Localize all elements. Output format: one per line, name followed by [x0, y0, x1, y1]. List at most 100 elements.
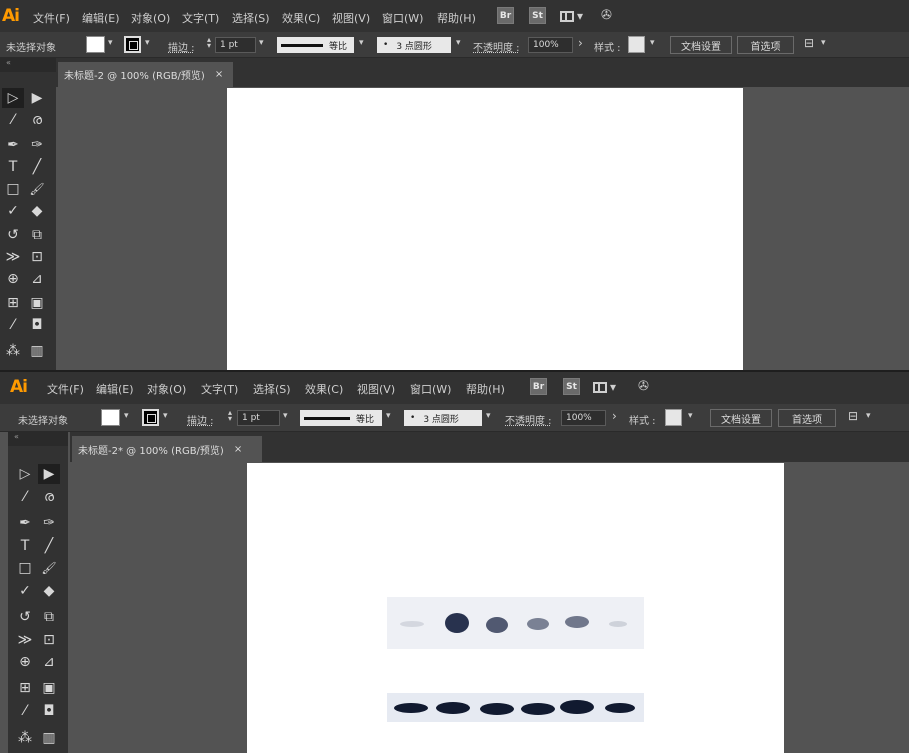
document-setup-button[interactable]: 文档设置: [710, 409, 772, 427]
document-tab[interactable]: 未标题-2 @ 100% (RGB/预览) ×: [58, 62, 233, 87]
rectangle-tool-icon[interactable]: □: [14, 558, 36, 578]
perspective-grid-tool-icon[interactable]: ⊿: [26, 269, 48, 289]
magic-wand-tool-icon[interactable]: ⁄: [2, 110, 24, 130]
pen-tool-icon[interactable]: ✒: [2, 135, 24, 155]
brush-dropdown-icon[interactable]: ▾: [456, 38, 461, 48]
opacity-label[interactable]: 不透明度 :: [505, 412, 552, 427]
shape-builder-tool-icon[interactable]: ⊕: [14, 652, 36, 672]
mesh-tool-icon[interactable]: ⊞: [2, 293, 24, 313]
menu-edit[interactable]: 编辑(E): [82, 10, 120, 26]
stroke-swatch[interactable]: [124, 36, 141, 53]
shape-builder-tool-icon[interactable]: ⊕: [2, 269, 24, 289]
menu-select[interactable]: 选择(S): [253, 381, 291, 397]
artboard[interactable]: [227, 88, 743, 370]
stock-button[interactable]: St: [563, 378, 580, 395]
opacity-input[interactable]: 100%: [528, 37, 573, 53]
curvature-tool-icon[interactable]: ✑: [26, 135, 48, 155]
selection-tool-icon[interactable]: ▷: [14, 464, 36, 484]
brush-definition[interactable]: • 3 点圆形: [377, 37, 451, 53]
rectangle-tool-icon[interactable]: □: [2, 179, 24, 199]
stroke-weight-dropdown-icon[interactable]: ▾: [283, 411, 288, 421]
fill-dropdown-icon[interactable]: ▾: [124, 411, 129, 421]
stroke-weight-input[interactable]: 1 pt: [215, 37, 256, 53]
gpu-performance-icon[interactable]: ✇: [638, 379, 649, 394]
style-dropdown-icon[interactable]: ▾: [688, 411, 693, 421]
selection-tool-icon[interactable]: ▷: [2, 88, 24, 108]
close-tab-icon[interactable]: ×: [234, 444, 242, 455]
free-transform-tool-icon[interactable]: ⊡: [26, 247, 48, 267]
paintbrush-tool-icon[interactable]: 🖌: [38, 558, 60, 578]
bridge-button[interactable]: Br: [497, 7, 514, 24]
bridge-button[interactable]: Br: [530, 378, 547, 395]
document-setup-button[interactable]: 文档设置: [670, 36, 732, 54]
eraser-tool-icon[interactable]: ◆: [38, 581, 60, 601]
line-tool-icon[interactable]: ╱: [38, 536, 60, 556]
artboard[interactable]: [247, 463, 784, 753]
variable-width-profile[interactable]: 等比: [277, 37, 354, 53]
lasso-tool-icon[interactable]: ര: [38, 487, 60, 507]
gpu-performance-icon[interactable]: ✇: [601, 8, 612, 23]
rotate-tool-icon[interactable]: ↺: [14, 607, 36, 627]
column-graph-tool-icon[interactable]: ▥: [26, 341, 48, 361]
menu-edit[interactable]: 编辑(E): [96, 381, 134, 397]
line-tool-icon[interactable]: ╱: [26, 157, 48, 177]
menu-window[interactable]: 窗口(W): [410, 381, 451, 397]
stroke-dropdown-icon[interactable]: ▾: [163, 411, 168, 421]
menu-view[interactable]: 视图(V): [332, 10, 370, 26]
stroke-weight-dropdown-icon[interactable]: ▾: [259, 38, 264, 48]
tools-panel-header[interactable]: «: [8, 432, 68, 446]
graphic-style-swatch[interactable]: [628, 36, 645, 53]
magic-wand-tool-icon[interactable]: ⁄: [14, 487, 36, 507]
stroke-weight-spinner-icon[interactable]: ▴ ▾: [228, 409, 232, 423]
menu-file[interactable]: 文件(F): [33, 10, 70, 26]
collapse-panel-icon[interactable]: «: [6, 58, 11, 67]
align-panel-icon[interactable]: ⊟: [804, 36, 814, 50]
type-tool-icon[interactable]: T: [14, 536, 36, 556]
width-tool-icon[interactable]: ≫: [2, 247, 24, 267]
menu-object[interactable]: 对象(O): [131, 10, 170, 26]
style-dropdown-icon[interactable]: ▾: [650, 38, 655, 48]
stroke-weight-spinner-icon[interactable]: ▴ ▾: [207, 36, 211, 50]
menu-object[interactable]: 对象(O): [147, 381, 186, 397]
fill-dropdown-icon[interactable]: ▾: [108, 38, 113, 48]
free-transform-tool-icon[interactable]: ⊡: [38, 630, 60, 650]
width-tool-icon[interactable]: ≫: [14, 630, 36, 650]
opacity-arrow-icon[interactable]: ›: [578, 36, 583, 50]
eyedropper-tool-icon[interactable]: ⁄: [2, 315, 24, 335]
scale-tool-icon[interactable]: ⧉: [26, 225, 48, 245]
fill-swatch[interactable]: [101, 409, 120, 426]
variable-width-profile[interactable]: 等比: [300, 410, 382, 426]
gradient-tool-icon[interactable]: ▣: [38, 678, 60, 698]
menu-type[interactable]: 文字(T): [182, 10, 219, 26]
brush-dropdown-icon[interactable]: ▾: [486, 411, 491, 421]
opacity-arrow-icon[interactable]: ›: [612, 409, 617, 423]
menu-effect[interactable]: 效果(C): [305, 381, 343, 397]
shaper-tool-icon[interactable]: ✓: [14, 581, 36, 601]
blend-tool-icon[interactable]: ◘: [26, 315, 48, 335]
eraser-tool-icon[interactable]: ◆: [26, 201, 48, 221]
stroke-weight-input[interactable]: 1 pt: [237, 410, 280, 426]
lasso-tool-icon[interactable]: ര: [26, 110, 48, 130]
graphic-style-swatch[interactable]: [665, 409, 682, 426]
placed-blot-image[interactable]: [387, 597, 644, 723]
menu-type[interactable]: 文字(T): [201, 381, 238, 397]
menu-view[interactable]: 视图(V): [357, 381, 395, 397]
symbol-sprayer-tool-icon[interactable]: ⁂: [2, 341, 24, 361]
blend-tool-icon[interactable]: ◘: [38, 701, 60, 721]
align-dropdown-icon[interactable]: ▾: [866, 411, 871, 421]
stroke-label[interactable]: 描边 :: [168, 39, 195, 54]
menu-help[interactable]: 帮助(H): [466, 381, 505, 397]
type-tool-icon[interactable]: T: [2, 157, 24, 177]
rotate-tool-icon[interactable]: ↺: [2, 225, 24, 245]
collapse-panel-icon[interactable]: «: [14, 432, 19, 441]
menu-window[interactable]: 窗口(W): [382, 10, 423, 26]
menu-file[interactable]: 文件(F): [47, 381, 84, 397]
profile-dropdown-icon[interactable]: ▾: [359, 38, 364, 48]
stroke-label[interactable]: 描边 :: [187, 412, 214, 427]
align-panel-icon[interactable]: ⊟: [848, 409, 858, 423]
menu-help[interactable]: 帮助(H): [437, 10, 476, 26]
workspace-switcher[interactable]: ▾: [593, 380, 616, 394]
stock-button[interactable]: St: [529, 7, 546, 24]
opacity-input[interactable]: 100%: [561, 410, 606, 426]
workspace-switcher[interactable]: ▾: [560, 9, 583, 23]
